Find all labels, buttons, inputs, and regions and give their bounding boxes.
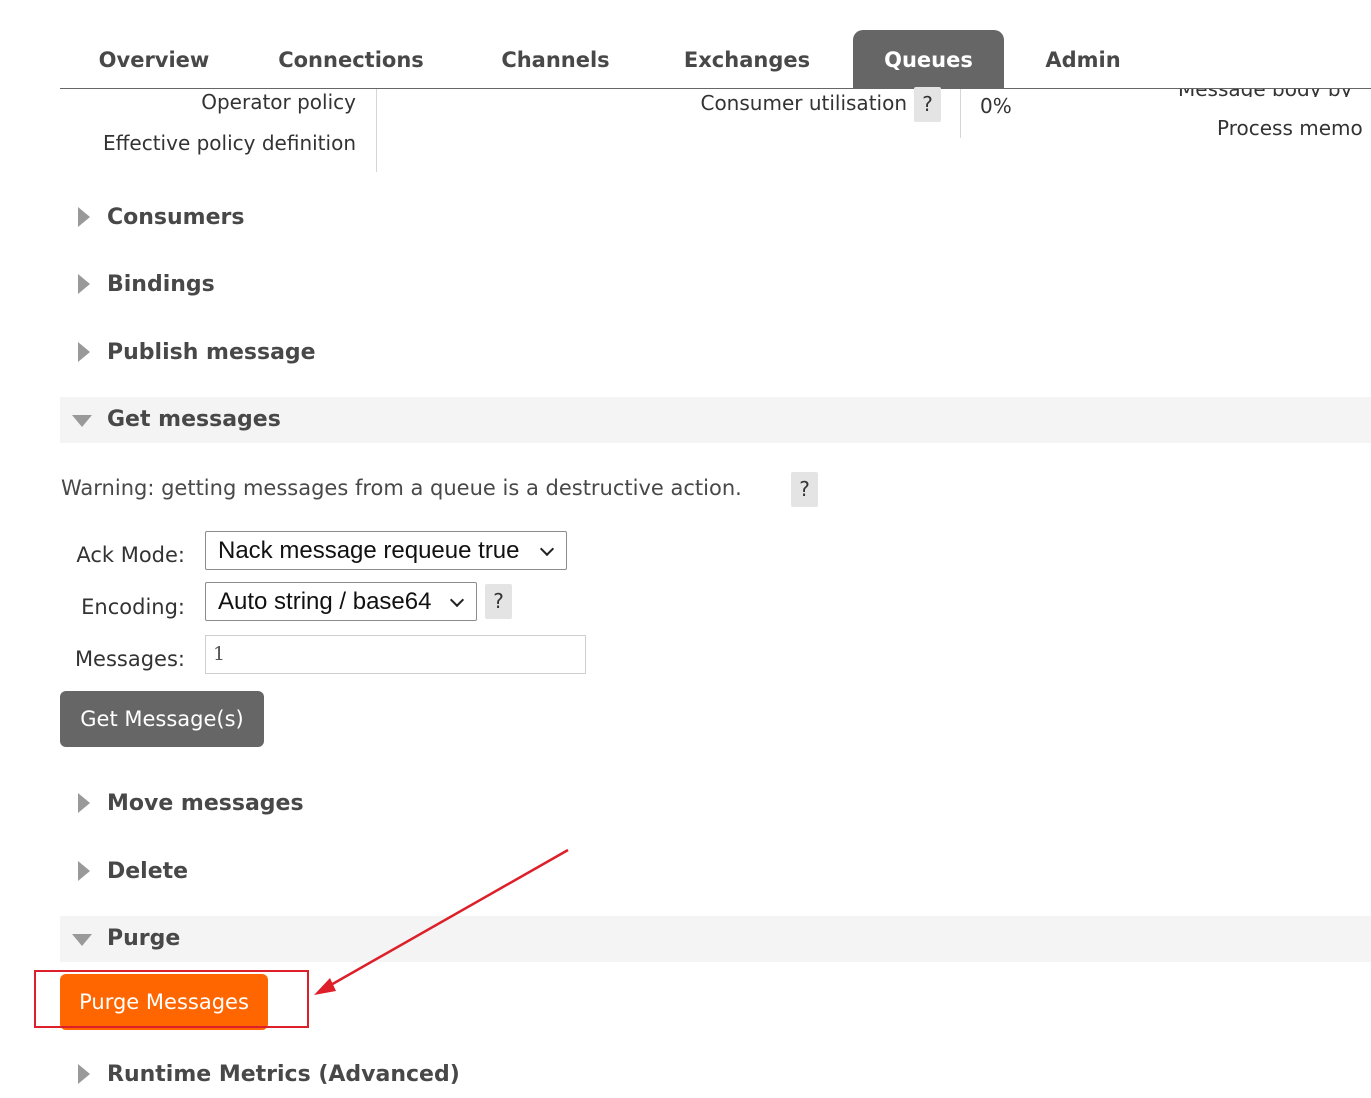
section-title: Runtime Metrics (Advanced) bbox=[107, 1062, 460, 1087]
chevron-down-icon bbox=[449, 592, 465, 608]
encoding-select[interactable]: Auto string / base64 bbox=[205, 582, 477, 621]
details-divider-2 bbox=[960, 89, 961, 138]
section-runtime-metrics[interactable]: Runtime Metrics (Advanced) bbox=[60, 1052, 1371, 1098]
section-title: Consumers bbox=[107, 205, 245, 230]
message-body-label: Message body by bbox=[1178, 89, 1371, 97]
tab-queues[interactable]: Queues bbox=[853, 30, 1004, 88]
expand-arrow-icon bbox=[78, 274, 90, 294]
expand-arrow-icon bbox=[78, 342, 90, 362]
section-title: Purge bbox=[107, 926, 181, 951]
process-memory-label: Process memo bbox=[1217, 116, 1363, 140]
section-title: Get messages bbox=[107, 407, 281, 432]
messages-label: Messages: bbox=[74, 647, 185, 671]
tab-channels[interactable]: Channels bbox=[478, 30, 633, 88]
get-messages-button[interactable]: Get Message(s) bbox=[60, 691, 264, 747]
details-divider bbox=[376, 89, 377, 172]
consumer-utilisation-value: 0% bbox=[980, 94, 1012, 118]
section-bindings[interactable]: Bindings bbox=[60, 262, 1371, 308]
section-purge[interactable]: Purge bbox=[60, 916, 1371, 962]
section-delete[interactable]: Delete bbox=[60, 849, 1371, 895]
ack-mode-selected-value: Nack message requeue true bbox=[218, 537, 520, 564]
collapse-arrow-icon bbox=[72, 415, 92, 427]
ack-mode-select[interactable]: Nack message requeue true bbox=[205, 531, 567, 570]
tab-exchanges[interactable]: Exchanges bbox=[662, 30, 832, 88]
get-messages-warning: Warning: getting messages from a queue i… bbox=[61, 476, 742, 500]
encoding-selected-value: Auto string / base64 bbox=[218, 588, 432, 615]
tab-connections[interactable]: Connections bbox=[256, 30, 446, 88]
collapse-arrow-icon bbox=[72, 934, 92, 946]
section-title: Bindings bbox=[107, 272, 215, 297]
section-publish-message[interactable]: Publish message bbox=[60, 330, 1371, 376]
section-move-messages[interactable]: Move messages bbox=[60, 781, 1371, 827]
section-title: Delete bbox=[107, 859, 189, 884]
section-title: Move messages bbox=[107, 791, 304, 816]
get-messages-help-button[interactable]: ? bbox=[791, 472, 818, 507]
encoding-help-button[interactable]: ? bbox=[485, 584, 512, 619]
section-title: Publish message bbox=[107, 340, 316, 365]
section-consumers[interactable]: Consumers bbox=[60, 195, 1371, 241]
operator-policy-label: Operator policy bbox=[201, 90, 356, 114]
consumer-utilisation-label: Consumer utilisation bbox=[700, 91, 907, 115]
chevron-down-icon bbox=[539, 541, 555, 557]
section-get-messages[interactable]: Get messages bbox=[60, 397, 1371, 443]
effective-policy-label: Effective policy definition bbox=[103, 131, 356, 155]
expand-arrow-icon bbox=[78, 793, 90, 813]
messages-count-input[interactable]: 1 bbox=[205, 635, 586, 674]
ack-mode-label: Ack Mode: bbox=[76, 543, 185, 567]
consumer-utilisation-help-button[interactable]: ? bbox=[914, 87, 941, 122]
main-nav: Overview Connections Channels Exchanges … bbox=[60, 30, 1371, 89]
expand-arrow-icon bbox=[78, 207, 90, 227]
annotation-highlight-box bbox=[34, 970, 309, 1028]
queue-detail-page: Overview Connections Channels Exchanges … bbox=[0, 0, 1371, 1098]
encoding-label: Encoding: bbox=[81, 595, 185, 619]
expand-arrow-icon bbox=[78, 1064, 90, 1084]
expand-arrow-icon bbox=[78, 861, 90, 881]
tab-admin[interactable]: Admin bbox=[1028, 30, 1138, 88]
tab-overview[interactable]: Overview bbox=[74, 30, 234, 88]
